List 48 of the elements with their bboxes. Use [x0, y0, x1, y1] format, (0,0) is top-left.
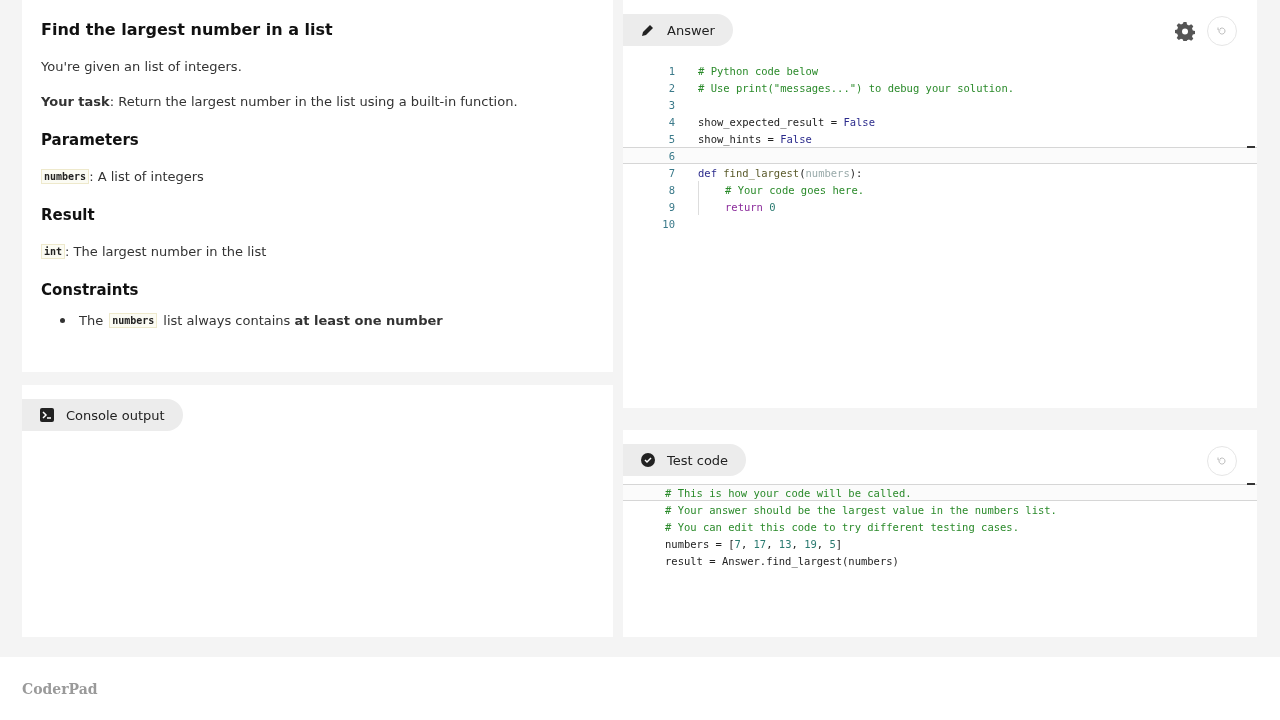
section-heading: Parameters: [41, 131, 140, 149]
code-term: int: [41, 244, 66, 259]
code-line: # This is how your code will be called.: [664, 486, 912, 499]
section-heading: Constraints: [41, 281, 140, 299]
code-line: # Your answer should be the largest value in the numbers list.: [664, 503, 1057, 516]
code-line: show_expected_result = False: [698, 115, 875, 128]
line-number: 1: [667, 64, 676, 77]
line-number: 7: [667, 166, 676, 179]
line-number: 9: [667, 200, 676, 213]
constraint-text: list always contains at least one number: [163, 313, 443, 328]
code-line: result = Answer.find_largest(numbers): [664, 554, 899, 567]
reset-button[interactable]: [1207, 446, 1237, 476]
code-line: # You can edit this code to try different testing cases.: [664, 520, 1019, 533]
problem-title: Find the largest number in a list: [41, 20, 334, 39]
task-text: Your task: Return the largest number in the list using a built-in function.: [41, 94, 519, 109]
line-number: 4: [667, 115, 676, 128]
line-number: 8: [667, 183, 676, 196]
check-circle-icon: [641, 453, 655, 467]
intro-text: You're given an list of integers.: [41, 59, 243, 74]
code-line: show_hints = False: [698, 132, 812, 145]
console-output-tab[interactable]: Console output: [22, 399, 183, 431]
line-number: 3: [667, 98, 676, 111]
code-term: numbers: [41, 169, 90, 184]
code-line: numbers = [7, 17, 13, 19, 5]: [664, 537, 843, 550]
reset-icon: [1217, 456, 1227, 466]
line-number: 5: [667, 132, 676, 145]
settings-icon[interactable]: [1175, 21, 1195, 41]
test-code-tab[interactable]: Test code: [623, 444, 747, 476]
reset-icon: [1217, 26, 1227, 36]
reset-button[interactable]: [1207, 16, 1237, 46]
line-number: 10: [661, 217, 676, 230]
line-number: 2: [667, 81, 676, 94]
code-line: def find_largest(numbers):: [698, 166, 863, 179]
description-text: : A list of integers: [89, 169, 204, 184]
bullet-icon: [60, 318, 65, 323]
brand-logo: CoderPad: [22, 680, 98, 697]
constraint-text: The: [79, 313, 104, 328]
pencil-icon: [641, 23, 655, 37]
section-heading: Result: [41, 206, 96, 224]
code-line: # Use print("messages...") to debug your solution.: [698, 81, 1015, 94]
code-line: # Python code below: [698, 64, 819, 77]
code-line: return 0: [725, 200, 776, 213]
terminal-icon: [40, 408, 54, 422]
description-text: : The largest number in the list: [65, 244, 267, 259]
line-number: 6: [667, 149, 676, 162]
code-line: # Your code goes here.: [725, 183, 865, 196]
code-term: numbers: [109, 313, 158, 328]
answer-tab[interactable]: Answer: [623, 14, 733, 46]
